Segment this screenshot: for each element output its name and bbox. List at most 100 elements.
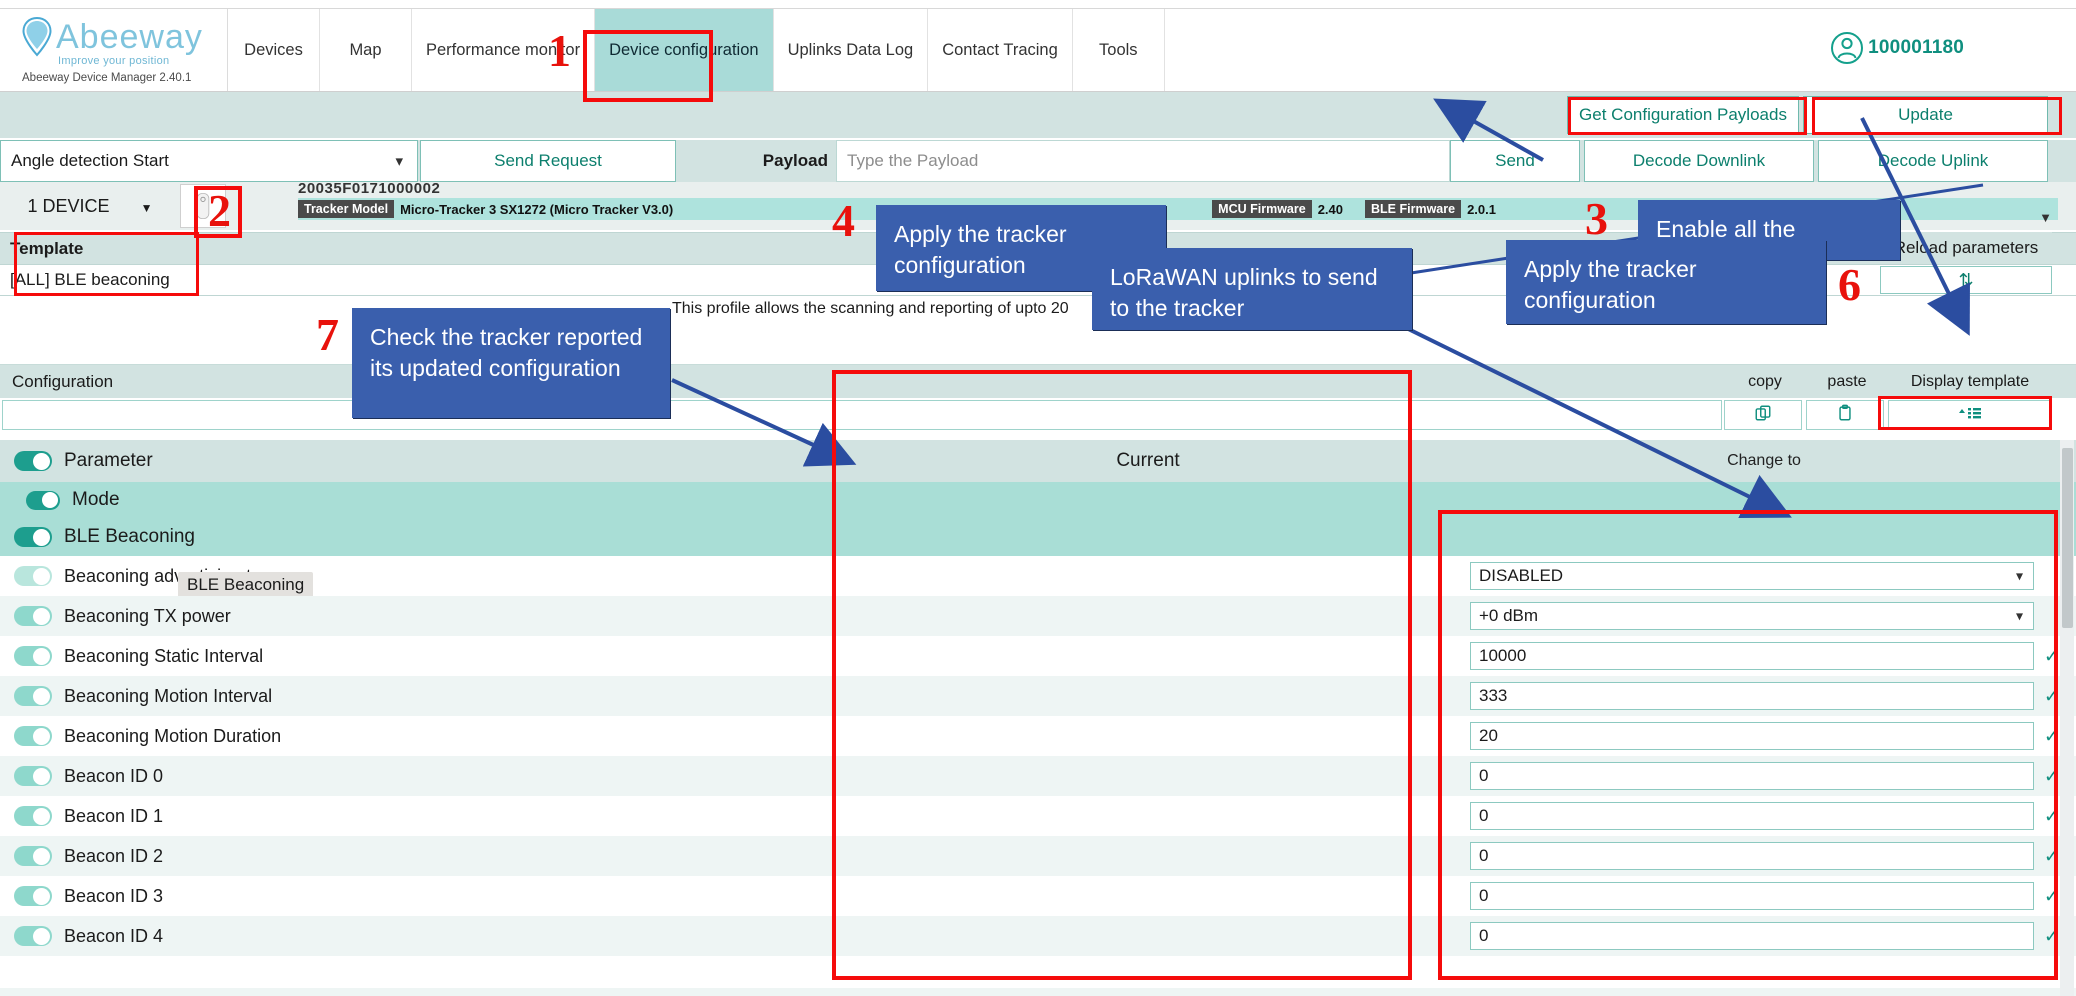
send-request-button[interactable]: Send Request	[420, 140, 676, 182]
request-toolbar: Angle detection Start ▾ Send Request Pay…	[0, 140, 2076, 182]
row-toggle[interactable]	[14, 606, 52, 626]
row-change: +0 dBm ▾ ✓	[1458, 602, 2076, 630]
row-toggle[interactable]	[14, 566, 52, 586]
master-toggle[interactable]	[14, 451, 52, 471]
row-input[interactable]: 0	[1470, 922, 2034, 950]
row-label-cell: Beacon ID 3	[0, 886, 838, 907]
row-valid-icon: ✓	[2044, 685, 2060, 706]
nav-tab-map[interactable]: Map	[320, 9, 412, 91]
command-select[interactable]: Angle detection Start ▾	[0, 140, 418, 182]
brand-name: Abeeway	[56, 17, 203, 56]
get-configuration-payloads-button[interactable]: Get Configuration Payloads	[1567, 96, 1799, 134]
user-avatar-icon	[1830, 31, 1864, 65]
reload-parameters-button[interactable]: ⇅	[1880, 266, 2052, 294]
row-input[interactable]: 20	[1470, 722, 2034, 750]
row-valid-icon: ✓	[2044, 645, 2060, 666]
row-input[interactable]: 0	[1470, 802, 2034, 830]
chevron-down-icon: ▾	[2015, 607, 2023, 624]
row-toggle[interactable]	[14, 926, 52, 946]
row-change: 0 ✓	[1458, 842, 2076, 870]
row-label: Beacon ID 2	[64, 845, 164, 866]
nav-tab-devices[interactable]: Devices	[228, 9, 320, 91]
nav-tab-device-configuration[interactable]: Device configuration	[595, 9, 774, 91]
row-input-value: 0	[1479, 806, 1489, 825]
row-toggle[interactable]	[26, 490, 60, 510]
copy-button[interactable]	[1724, 400, 1802, 430]
column-header-parameter: Parameter	[64, 450, 153, 471]
payload-label: Payload	[762, 151, 828, 170]
row-label-cell: Beaconing Motion Interval	[0, 686, 838, 707]
table-row-mode: Mode	[0, 482, 2076, 518]
brand-logo[interactable]: Abeeway Improve your position Abeeway De…	[0, 9, 228, 91]
row-label: Beaconing TX power	[64, 605, 231, 626]
payload-input[interactable]: Type the Payload	[836, 140, 1450, 182]
nav-tab-contact-tracing[interactable]: Contact Tracing	[928, 9, 1073, 91]
row-toggle[interactable]	[14, 846, 52, 866]
row-input-value: 0	[1479, 846, 1489, 865]
device-panel-collapse-icon[interactable]: ▼	[2039, 210, 2052, 225]
send-button[interactable]: Send	[1450, 140, 1580, 182]
row-input-value: 0	[1479, 766, 1489, 785]
row-toggle[interactable]	[14, 527, 52, 547]
row-toggle[interactable]	[14, 686, 52, 706]
row-toggle[interactable]	[14, 646, 52, 666]
row-label: Beaconing Static Interval	[64, 645, 264, 666]
row-label-cell: Beaconing Static Interval	[0, 646, 838, 667]
row-select[interactable]: +0 dBm ▾	[1470, 602, 2034, 630]
configuration-name-input[interactable]	[2, 400, 1722, 430]
device-count-label: 1 DEVICE	[27, 195, 110, 216]
row-valid-icon: ✓	[2044, 765, 2060, 786]
vertical-scrollbar-thumb[interactable]	[2062, 448, 2073, 628]
table-row-beacon-id-4: Beacon ID 4 0 ✓	[0, 916, 2076, 956]
mcu-firmware-label: MCU Firmware	[1212, 200, 1312, 218]
decode-uplink-button[interactable]: Decode Uplink	[1818, 140, 2048, 182]
chevron-down-icon: ▾	[2015, 567, 2023, 584]
device-count-dropdown[interactable]: 1 DEVICE ▼	[0, 196, 180, 217]
chevron-down-icon: ▾	[395, 153, 403, 170]
row-input[interactable]: 333	[1470, 682, 2034, 710]
update-button[interactable]: Update	[1803, 96, 2048, 134]
row-select-value: DISABLED	[1479, 566, 1564, 585]
user-account[interactable]: 100001180	[1830, 31, 1964, 65]
action-toolbar: Get Configuration Payloads Update	[0, 92, 2076, 138]
nav-tab-tools[interactable]: Tools	[1072, 9, 1165, 91]
row-input-value: 0	[1479, 926, 1489, 945]
profile-description: This profile allows the scanning and rep…	[672, 300, 1069, 317]
table-row-beaconing-tx-power: Beaconing TX power +0 dBm ▾ ✓	[0, 596, 2076, 636]
row-label-cell: Beacon ID 1	[0, 806, 838, 827]
row-input[interactable]: 0	[1470, 762, 2034, 790]
row-toggle[interactable]	[14, 726, 52, 746]
row-toggle[interactable]	[14, 886, 52, 906]
table-row-beacon-id-3: Beacon ID 3 0 ✓	[0, 876, 2076, 916]
row-input[interactable]: 0	[1470, 882, 2034, 910]
decode-downlink-button[interactable]: Decode Downlink	[1584, 140, 1814, 182]
row-label-cell: Beaconing Motion Duration	[0, 726, 838, 747]
row-select[interactable]: DISABLED ▾	[1470, 562, 2034, 590]
table-row-beaconing-motion-duration: Beaconing Motion Duration 20 ✓	[0, 716, 2076, 756]
row-input[interactable]: 0	[1470, 842, 2034, 870]
row-input[interactable]: 10000	[1470, 642, 2034, 670]
clipboard-icon	[1836, 404, 1854, 427]
table-row-beaconing-static-interval: Beaconing Static Interval 10000 ✓	[0, 636, 2076, 676]
configuration-header-label: Configuration	[12, 371, 114, 391]
paste-column-header: paste	[1827, 372, 1867, 390]
annotation-number-7: 7	[316, 309, 339, 360]
row-toggle[interactable]	[14, 806, 52, 826]
row-label: BLE Beaconing	[64, 526, 195, 547]
paste-button[interactable]	[1806, 400, 1884, 430]
display-template-button[interactable]	[1888, 400, 2052, 430]
row-label: Beacon ID 4	[64, 925, 164, 946]
row-label-cell: Beacon ID 4	[0, 926, 838, 947]
row-label-cell: Beacon ID 0	[0, 766, 838, 787]
configuration-body-row	[0, 398, 2076, 432]
copy-column-header: copy	[1748, 372, 1782, 390]
row-input-value: 10000	[1479, 646, 1527, 665]
row-change: 20 ✓	[1458, 722, 2076, 750]
row-label-cell: Mode	[0, 489, 838, 511]
copy-icon	[1754, 404, 1772, 427]
template-header-label: Template	[10, 238, 84, 258]
chevron-down-icon: ▼	[140, 200, 153, 215]
row-toggle[interactable]	[14, 766, 52, 786]
row-valid-icon: ✓	[2044, 885, 2060, 906]
nav-tab-uplinks-data-log[interactable]: Uplinks Data Log	[773, 9, 929, 91]
